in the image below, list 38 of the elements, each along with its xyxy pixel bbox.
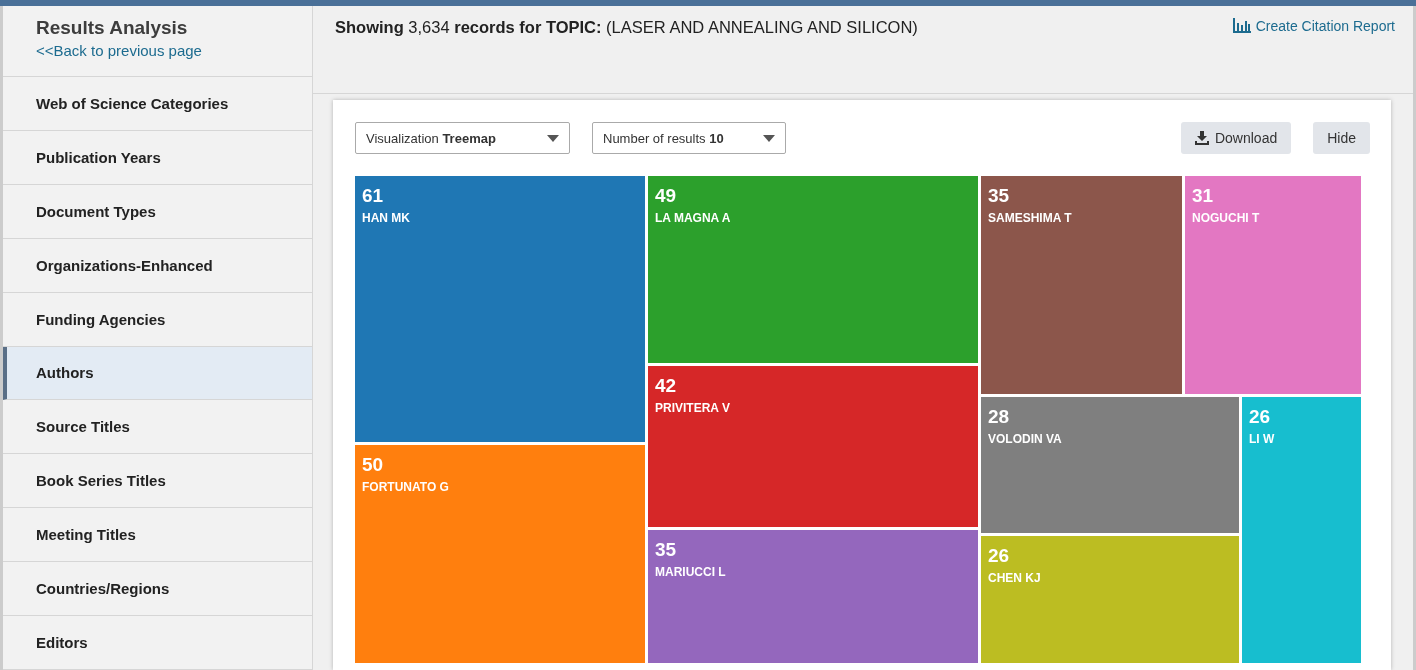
treemap-tile[interactable]: 61 HAN MK [355,176,645,442]
tile-label: HAN MK [362,211,410,225]
tile-label: SAMESHIMA T [988,211,1072,225]
treemap-tile[interactable]: 28 VOLODIN VA [981,397,1239,533]
tile-label: VOLODIN VA [988,432,1062,446]
tile-count: 26 [988,545,1010,567]
bar-chart-icon [1232,18,1251,33]
tile-count: 61 [362,185,384,207]
tile-label: LI W [1249,432,1275,446]
download-icon [1194,131,1209,145]
tile-label: LA MAGNA A [655,211,731,225]
results-count-dropdown[interactable]: Number of results 10 [592,122,786,154]
caret-icon [763,134,775,142]
treemap-tile[interactable]: 35 MARIUCCI L [648,530,978,663]
tile-label: CHEN KJ [988,571,1041,585]
hide-button[interactable]: Hide [1313,122,1370,154]
tile-label: NOGUCHI T [1192,211,1260,225]
sidebar-title: Results Analysis [36,17,189,39]
tile-count: 31 [1192,185,1214,207]
tile-count: 26 [1249,406,1271,428]
results-summary: Showing 3,634 records for TOPIC: (LASER AND ANNEALING AND SILICON) [335,18,918,38]
tile-label: MARIUCCI L [655,565,726,579]
tile-count: 35 [655,539,677,561]
treemap-tile[interactable]: 42 PRIVITERA V [648,366,978,527]
sidebar-item[interactable]: Authors [3,346,312,401]
tile-count: 49 [655,185,677,207]
back-link[interactable]: <<Back to previous page [36,42,312,59]
caret-icon [547,134,559,142]
tile-count: 50 [362,454,384,476]
tile-count: 28 [988,406,1010,428]
treemap-tile[interactable]: 35 SAMESHIMA T [981,176,1182,394]
tile-count: 42 [655,375,677,397]
tile-label: PRIVITERA V [655,401,730,415]
citation-report-link[interactable]: Create Citation Report [1232,18,1395,36]
tile-count: 35 [988,185,1010,207]
visualization-dropdown[interactable]: Visualization Treemap [355,122,570,154]
download-button[interactable]: Download [1180,122,1292,154]
tile-label: FORTUNATO G [362,480,449,494]
